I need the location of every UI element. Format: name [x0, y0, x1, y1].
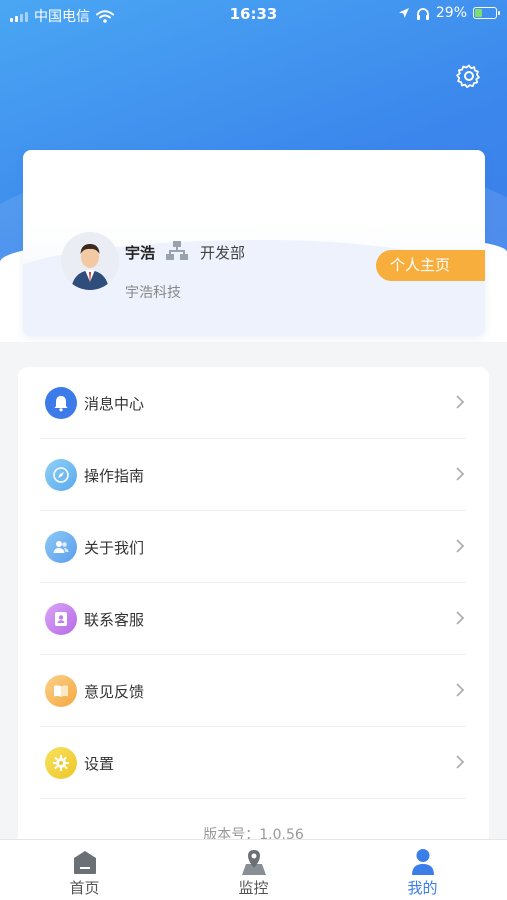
personal-home-button[interactable]: 个人主页 — [376, 250, 485, 281]
menu-item-guide[interactable]: 操作指南 — [18, 439, 489, 511]
menu-label: 消息中心 — [84, 395, 145, 413]
profile-card: 宇浩 开发部 宇浩科技 — [23, 150, 485, 336]
gear-icon[interactable] — [456, 63, 482, 89]
menu-label: 设置 — [84, 755, 115, 773]
battery-percent: 29% — [435, 5, 467, 21]
divider — [40, 798, 467, 799]
tab-label: 监控 — [238, 879, 269, 897]
menu-item-feedback[interactable]: 意见反馈 — [18, 655, 489, 727]
chevron-right-icon — [456, 611, 465, 625]
home-icon — [74, 851, 96, 874]
menu-label: 意见反馈 — [84, 683, 145, 701]
chevron-right-icon — [456, 395, 465, 409]
book-icon — [45, 675, 77, 707]
user-icon — [412, 849, 434, 875]
compass-icon — [45, 459, 77, 491]
bell-icon — [45, 387, 77, 419]
menu-label: 关于我们 — [84, 539, 145, 557]
headphones-icon — [416, 7, 429, 20]
chevron-right-icon — [456, 755, 465, 769]
chevron-right-icon — [456, 539, 465, 553]
tab-label: 我的 — [407, 879, 438, 897]
menu-item-about[interactable]: 关于我们 — [18, 511, 489, 583]
avatar[interactable] — [61, 232, 119, 290]
org-chart-icon — [166, 241, 188, 260]
status-right: 29% — [398, 5, 500, 21]
user-avatar-icon — [61, 232, 119, 290]
status-bar: 中国电信 16:33 29% — [0, 0, 507, 28]
battery-icon — [473, 7, 500, 19]
users-icon — [45, 531, 77, 563]
menu-item-support[interactable]: 联系客服 — [18, 583, 489, 655]
tab-label: 首页 — [69, 879, 100, 897]
menu-label: 操作指南 — [84, 467, 145, 485]
contact-icon — [45, 603, 77, 635]
user-name: 宇浩 — [125, 244, 156, 262]
location-arrow-icon — [398, 8, 409, 18]
menu-item-messages[interactable]: 消息中心 — [18, 367, 489, 439]
tab-home[interactable]: 首页 — [0, 840, 169, 900]
tab-bar: 首页 监控 我的 — [0, 839, 507, 900]
menu-item-settings[interactable]: 设置 — [18, 727, 489, 799]
menu-card: 消息中心 操作指南 关于我们 联系客服 意见反馈 设置 版本号：1.0.56 — [18, 367, 489, 857]
gear-icon — [45, 747, 77, 779]
chevron-right-icon — [456, 683, 465, 697]
company-name: 宇浩科技 — [125, 285, 181, 301]
tab-monitor[interactable]: 监控 — [169, 840, 338, 900]
map-pin-icon — [242, 850, 266, 875]
menu-label: 联系客服 — [84, 611, 145, 629]
department-name: 开发部 — [200, 244, 246, 262]
chevron-right-icon — [456, 467, 465, 481]
tab-mine[interactable]: 我的 — [338, 840, 507, 900]
